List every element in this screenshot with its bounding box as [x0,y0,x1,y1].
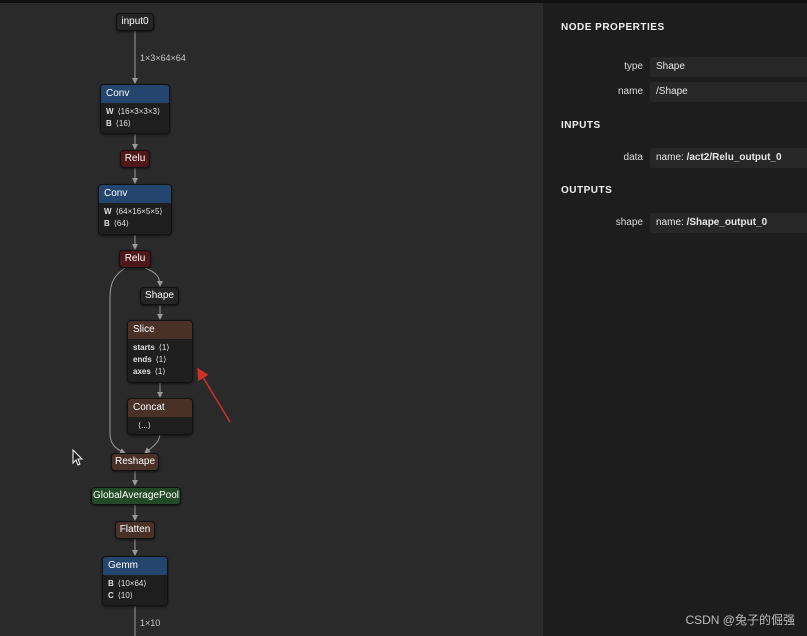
graph-edges [109,31,231,636]
node-reshape-label: Reshape [114,456,156,467]
node-global-average-pool[interactable]: GlobalAveragePool [91,487,181,505]
node-shape[interactable]: Shape [140,287,179,305]
cursor-icon [72,448,84,472]
node-flatten-label: Flatten [119,524,151,535]
node-slice-attr-starts: starts ⟨1⟩ [133,343,170,352]
node-conv2-attr-b: B ⟨64⟩ [104,219,129,228]
red-arrow-annotation [197,367,231,423]
node-slice-attr-axes: axes ⟨1⟩ [133,367,166,376]
input-data-key: data [623,152,643,163]
node-relu1-label: Relu [124,153,146,164]
node-conv2-title: Conv [99,185,171,203]
node-shape-label: Shape [145,290,174,301]
node-flatten[interactable]: Flatten [115,521,155,539]
node-properties-panel: NODE PROPERTIES type Shape name /Shape I… [543,3,807,636]
node-relu2[interactable]: Relu [119,250,151,268]
output-shape-value[interactable]: name: /Shape_output_0 [650,213,807,233]
node-concat-body: ⟨...⟩ [138,421,151,430]
input-data-value[interactable]: name: /act2/Relu_output_0 [650,148,807,168]
node-conv2[interactable]: Conv W ⟨64×16×5×5⟩ B ⟨64⟩ [98,184,172,235]
node-input0-label: input0 [121,16,149,27]
node-input0[interactable]: input0 [116,13,154,31]
prop-type-key: type [624,61,643,72]
csdn-watermark: CSDN @兔子的倔强 [685,613,795,627]
node-concat[interactable]: Concat ⟨...⟩ [127,398,193,435]
node-gemm-attr-c: C ⟨10⟩ [108,591,133,600]
node-slice[interactable]: Slice starts ⟨1⟩ ends ⟨1⟩ axes ⟨1⟩ [127,320,193,383]
edge-label-input-shape: 1×3×64×64 [140,53,186,63]
outputs-title: OUTPUTS [561,185,613,196]
graph-canvas[interactable]: input0 1×3×64×64 Conv W ⟨16×3×3×3⟩ B ⟨16⟩ … [0,3,543,636]
node-conv1-attr-b: B ⟨16⟩ [106,119,131,128]
prop-name-value[interactable]: /Shape [650,82,807,102]
node-relu2-label: Relu [124,253,146,264]
edge-label-output-shape: 1×10 [140,618,161,628]
node-properties-title: NODE PROPERTIES [561,22,665,33]
node-gemm-title: Gemm [103,557,167,575]
node-conv2-attr-w: W ⟨64×16×5×5⟩ [104,207,163,216]
node-gemm[interactable]: Gemm B ⟨10×64⟩ C ⟨10⟩ [102,556,168,606]
node-relu1[interactable]: Relu [120,150,150,168]
node-gap-label: GlobalAveragePool [93,490,179,501]
prop-type-value[interactable]: Shape [650,57,807,77]
node-conv1-attr-w: W ⟨16×3×3×3⟩ [106,107,161,116]
output-shape-key: shape [615,217,643,228]
prop-name-key: name [617,86,643,97]
node-slice-attr-ends: ends ⟨1⟩ [133,355,167,364]
node-gemm-attr-b: B ⟨10×64⟩ [108,579,147,588]
node-reshape[interactable]: Reshape [111,453,159,471]
node-conv1[interactable]: Conv W ⟨16×3×3×3⟩ B ⟨16⟩ [100,84,170,134]
inputs-title: INPUTS [561,120,601,131]
node-slice-title: Slice [128,321,192,339]
node-concat-title: Concat [128,399,192,417]
node-conv1-title: Conv [101,85,169,103]
